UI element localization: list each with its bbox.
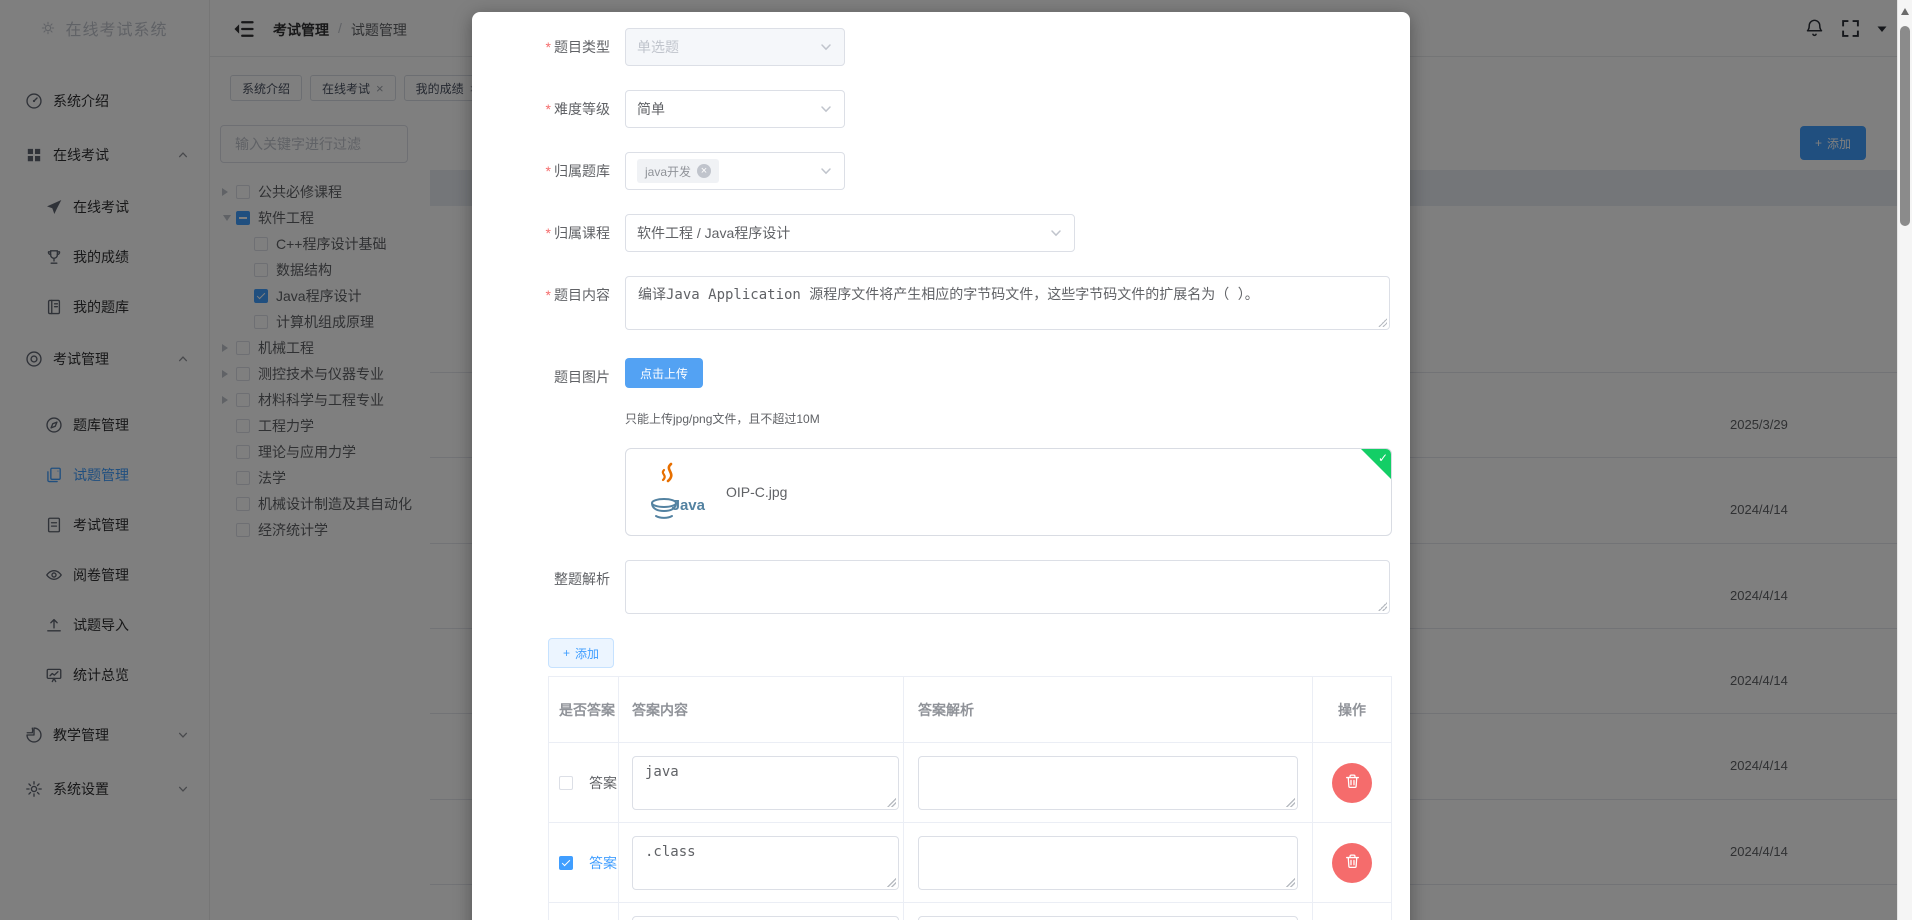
delete-answer-button[interactable] <box>1332 762 1372 803</box>
required-mark: * <box>545 101 551 117</box>
required-mark: * <box>545 163 551 179</box>
field-label: 整题解析 <box>554 571 610 587</box>
add-answer-button[interactable]: + 添加 <box>548 638 615 668</box>
chevron-down-icon <box>1049 226 1063 240</box>
answer-content-textarea[interactable]: java <box>632 755 899 810</box>
file-name: OIP-C.jpg <box>726 484 788 500</box>
answer-content-textarea[interactable]: .class <box>632 835 899 890</box>
answers-table: 是否答案 答案内容 答案解析 操作 答案 java 答案 .class 答案 <box>548 676 1392 920</box>
required-mark: * <box>545 39 551 55</box>
chevron-down-icon <box>819 164 833 178</box>
analysis-textarea[interactable] <box>625 560 1390 614</box>
scrollbar-thumb[interactable] <box>1900 26 1910 226</box>
uploaded-file-item[interactable]: Java OIP-C.jpg ✓ <box>625 448 1392 536</box>
answer-analysis-textarea[interactable] <box>918 755 1298 810</box>
form-row-course: * 归属课程 软件工程 / Java程序设计 <box>492 214 1390 252</box>
chevron-down-icon <box>819 102 833 116</box>
upload-button[interactable]: 点击上传 <box>625 358 704 388</box>
trash-icon <box>1344 853 1361 873</box>
col-header: 答案内容 <box>619 677 904 742</box>
difficulty-select[interactable]: 简单 <box>625 90 845 128</box>
field-label: 题目图片 <box>554 369 610 385</box>
col-header: 操作 <box>1338 701 1366 718</box>
answers-table-header: 是否答案 答案内容 答案解析 操作 <box>549 677 1391 743</box>
upload-tip: 只能上传jpg/png文件，且不超过10M <box>625 412 820 426</box>
select-value: 简单 <box>637 101 665 117</box>
edit-question-dialog: * 题目类型 单选题 * 难度等级 简单 * 归属题库 java开发 × * 归属课程 软… <box>472 12 1410 920</box>
field-label: 题目内容 <box>554 287 610 303</box>
remove-tag-icon[interactable]: × <box>697 164 712 178</box>
app-window: 在线考试系统 系统介绍在线考试在线考试我的成绩我的题库考试管理题库管理试题管理考… <box>0 0 1912 920</box>
dialog-scrollbar[interactable] <box>1897 0 1912 920</box>
answer-row: 答案 java <box>549 743 1391 823</box>
check-icon: ✓ <box>1377 451 1388 465</box>
answer-row-label: 答案 <box>589 854 617 871</box>
field-label: 归属课程 <box>554 225 610 241</box>
bank-multiselect[interactable]: java开发 × <box>625 152 845 190</box>
question-type-select[interactable]: 单选题 <box>625 28 845 66</box>
answer-analysis-textarea[interactable] <box>918 835 1298 890</box>
form-row-image: 题目图片 点击上传 只能上传jpg/png文件，且不超过10M Java OIP… <box>492 358 1392 536</box>
answer-row: 答案 <box>549 903 1391 920</box>
trash-icon <box>1344 773 1361 793</box>
plus-icon: + <box>563 646 571 660</box>
bank-tag: java开发 × <box>637 159 720 183</box>
answer-analysis-textarea[interactable] <box>918 915 1298 920</box>
select-value: 单选题 <box>637 39 679 55</box>
course-cascader[interactable]: 软件工程 / Java程序设计 <box>625 214 1075 252</box>
required-mark: * <box>545 225 551 241</box>
field-label: 难度等级 <box>554 101 610 117</box>
question-content-textarea[interactable]: 编译Java Application 源程序文件将产生相应的字节码文件，这些字节… <box>625 276 1390 330</box>
is-answer-checkbox[interactable] <box>559 855 573 870</box>
answer-content-textarea[interactable] <box>632 915 899 920</box>
field-label: 题目类型 <box>554 39 610 55</box>
form-row-content: * 题目内容 编译Java Application 源程序文件将产生相应的字节码文… <box>492 276 1390 330</box>
java-logo-thumbnail: Java <box>634 456 706 528</box>
field-label: 归属题库 <box>554 163 610 179</box>
answer-row: 答案 .class <box>549 823 1391 903</box>
form-row-question-type: * 题目类型 单选题 <box>492 28 1390 66</box>
form-row-difficulty: * 难度等级 简单 <box>492 90 1390 128</box>
col-header: 是否答案 <box>549 677 619 742</box>
form-row-bank: * 归属题库 java开发 × <box>492 152 1390 190</box>
chevron-down-icon <box>819 40 833 54</box>
answer-row-label: 答案 <box>589 774 617 791</box>
thumb-text: Java <box>671 497 705 514</box>
col-header: 答案解析 <box>904 677 1313 742</box>
scroll-up-arrow[interactable] <box>1901 4 1909 15</box>
delete-answer-button[interactable] <box>1332 842 1372 883</box>
form-row-analysis: 整题解析 <box>492 560 1390 614</box>
is-answer-checkbox[interactable] <box>559 775 573 790</box>
required-mark: * <box>545 287 551 303</box>
select-value: 软件工程 / Java程序设计 <box>637 225 791 241</box>
